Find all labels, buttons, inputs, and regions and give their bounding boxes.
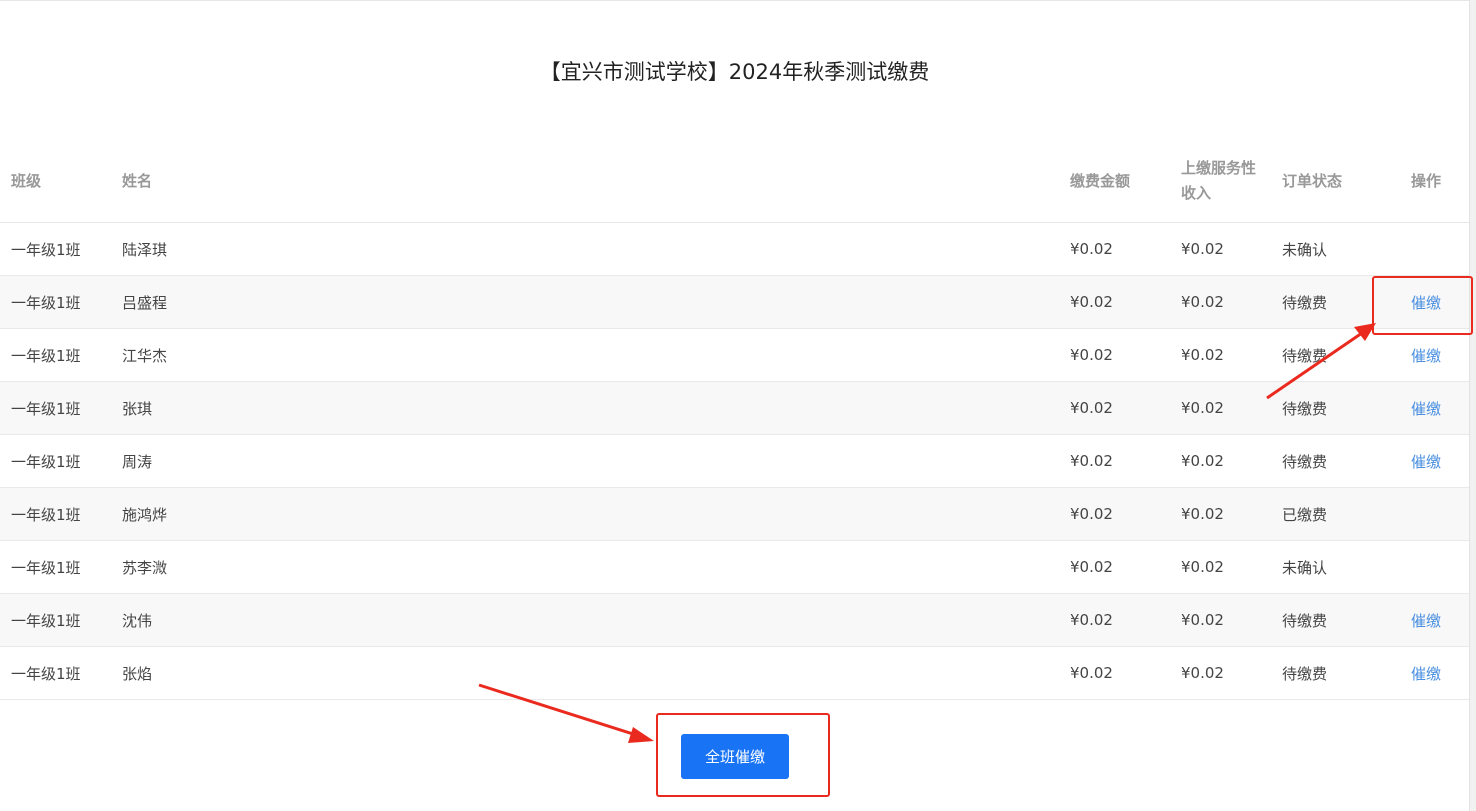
cell-name: 吕盛程 (122, 293, 168, 312)
header-service-income: 上缴服务性收入 (1181, 159, 1257, 202)
cell-amount: ¥0.02 (1070, 505, 1113, 523)
table-row: 一年级1班 张焰 ¥0.02 ¥0.02 待缴费 催缴 (0, 647, 1469, 700)
cell-amount: ¥0.02 (1070, 399, 1113, 417)
cell-service-income: ¥0.02 (1181, 452, 1224, 470)
cell-service-income: ¥0.02 (1181, 664, 1224, 682)
cell-class: 一年级1班 (11, 293, 81, 312)
cell-service-income: ¥0.02 (1181, 505, 1224, 523)
cell-amount: ¥0.02 (1070, 611, 1113, 629)
remind-link (1411, 541, 1466, 593)
page-title: 【宜兴市测试学校】2024年秋季测试缴费 (539, 60, 930, 84)
table-row: 一年级1班 张琪 ¥0.02 ¥0.02 待缴费 催缴 (0, 382, 1469, 435)
table-row: 一年级1班 苏李溦 ¥0.02 ¥0.02 未确认 (0, 541, 1469, 594)
cell-service-income: ¥0.02 (1181, 558, 1224, 576)
cell-name: 施鸿烨 (122, 505, 168, 524)
cell-amount: ¥0.02 (1070, 664, 1113, 682)
remind-link[interactable]: 催缴 (1411, 435, 1466, 487)
cell-class: 一年级1班 (11, 346, 81, 365)
cell-order-status: 未确认 (1282, 558, 1328, 577)
remind-link-label[interactable]: 催缴 (1411, 663, 1441, 684)
cell-order-status: 待缴费 (1282, 399, 1328, 418)
cell-service-income: ¥0.02 (1181, 240, 1224, 258)
cell-class: 一年级1班 (11, 399, 81, 418)
payment-table: 班级 姓名 缴费金额 上缴服务性收入 订单状态 操作 一年级1班 陆泽琪 ¥0.02… (0, 140, 1469, 700)
table-row: 一年级1班 江华杰 ¥0.02 ¥0.02 待缴费 催缴 (0, 329, 1469, 382)
remind-link[interactable]: 催缴 (1411, 594, 1466, 646)
cell-amount: ¥0.02 (1070, 452, 1113, 470)
table-header-row: 班级 姓名 缴费金额 上缴服务性收入 订单状态 操作 (0, 140, 1469, 223)
cell-class: 一年级1班 (11, 558, 81, 577)
cell-amount: ¥0.02 (1070, 240, 1113, 258)
remind-all-wrapper: 全班催缴 (681, 734, 789, 779)
table-row: 一年级1班 陆泽琪 ¥0.02 ¥0.02 未确认 (0, 223, 1469, 276)
cell-order-status: 待缴费 (1282, 346, 1328, 365)
header-class: 班级 (11, 171, 42, 190)
remind-link-label[interactable]: 催缴 (1411, 398, 1441, 419)
cell-class: 一年级1班 (11, 611, 81, 630)
cell-name: 陆泽琪 (122, 240, 168, 259)
header-name: 姓名 (122, 171, 153, 190)
cell-service-income: ¥0.02 (1181, 293, 1224, 311)
cell-order-status: 未确认 (1282, 240, 1328, 259)
remind-link (1411, 223, 1466, 275)
remind-all-button[interactable]: 全班催缴 (681, 734, 789, 779)
cell-order-status: 待缴费 (1282, 452, 1328, 471)
cell-name: 沈伟 (122, 611, 153, 630)
cell-name: 张焰 (122, 664, 153, 683)
cell-service-income: ¥0.02 (1181, 346, 1224, 364)
cell-service-income: ¥0.02 (1181, 611, 1224, 629)
remind-link[interactable]: 催缴 (1411, 647, 1466, 699)
remind-link-label[interactable]: 催缴 (1411, 345, 1441, 366)
cell-class: 一年级1班 (11, 240, 81, 259)
cell-order-status: 已缴费 (1282, 505, 1328, 524)
table-row: 一年级1班 吕盛程 ¥0.02 ¥0.02 待缴费 催缴 (0, 276, 1469, 329)
cell-name: 张琪 (122, 399, 153, 418)
top-divider (0, 0, 1469, 1)
table-row: 一年级1班 施鸿烨 ¥0.02 ¥0.02 已缴费 (0, 488, 1469, 541)
remind-link (1411, 488, 1466, 540)
remind-link[interactable]: 催缴 (1411, 329, 1466, 381)
cell-name: 江华杰 (122, 346, 168, 365)
table-row: 一年级1班 周涛 ¥0.02 ¥0.02 待缴费 催缴 (0, 435, 1469, 488)
table-row: 一年级1班 沈伟 ¥0.02 ¥0.02 待缴费 催缴 (0, 594, 1469, 647)
header-amount: 缴费金额 (1070, 171, 1131, 190)
header-order-status: 订单状态 (1282, 171, 1343, 190)
remind-link-label[interactable]: 催缴 (1411, 292, 1441, 313)
payment-page: 【宜兴市测试学校】2024年秋季测试缴费 班级 姓名 缴费金额 上缴服务性收入 … (0, 0, 1476, 811)
cell-order-status: 待缴费 (1282, 293, 1328, 312)
vertical-scrollbar[interactable] (1469, 0, 1476, 811)
cell-amount: ¥0.02 (1070, 346, 1113, 364)
remind-link-label[interactable]: 催缴 (1411, 451, 1441, 472)
remind-link[interactable]: 催缴 (1411, 382, 1466, 434)
cell-class: 一年级1班 (11, 664, 81, 683)
table-body: 一年级1班 陆泽琪 ¥0.02 ¥0.02 未确认 一年级1班 吕盛程 ¥0.02 ¥0.02 待… (0, 223, 1469, 700)
cell-class: 一年级1班 (11, 452, 81, 471)
cell-name: 苏李溦 (122, 558, 168, 577)
remind-link[interactable]: 催缴 (1411, 276, 1466, 328)
cell-service-income: ¥0.02 (1181, 399, 1224, 417)
cell-order-status: 待缴费 (1282, 611, 1328, 630)
cell-amount: ¥0.02 (1070, 293, 1113, 311)
cell-name: 周涛 (122, 452, 153, 471)
cell-order-status: 待缴费 (1282, 664, 1328, 683)
cell-class: 一年级1班 (11, 505, 81, 524)
remind-link-label[interactable]: 催缴 (1411, 610, 1441, 631)
cell-amount: ¥0.02 (1070, 558, 1113, 576)
annotation-arrow-head-2 (628, 727, 654, 743)
header-action: 操作 (1411, 171, 1442, 190)
